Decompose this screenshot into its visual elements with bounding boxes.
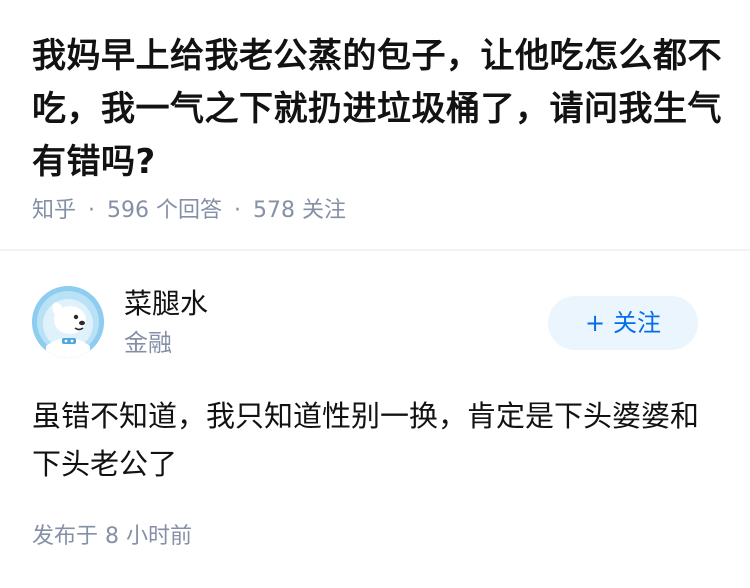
author-name[interactable]: 菜腿水 <box>124 286 208 322</box>
question-meta: 知乎 · 596 个回答 · 578 关注 <box>32 196 346 226</box>
plus-icon: + <box>584 309 606 337</box>
section-divider <box>0 249 750 251</box>
platform-label[interactable]: 知乎 <box>32 198 76 223</box>
question-header: 我妈早上给我老公蒸的包子，让他吃怎么都不吃，我一气之下就扔进垃圾桶了，请问我生气… <box>32 30 722 189</box>
answers-count[interactable]: 596 个回答 <box>107 198 222 223</box>
followers-count[interactable]: 578 关注 <box>253 198 346 223</box>
answer-content[interactable]: 虽错不知道，我只知道性别一换，肯定是下头婆婆和下头老公了 <box>32 392 722 488</box>
question-title[interactable]: 我妈早上给我老公蒸的包子，让他吃怎么都不吃，我一气之下就扔进垃圾桶了，请问我生气… <box>32 30 722 189</box>
dog-astronaut-avatar-icon <box>32 286 104 358</box>
meta-separator: · <box>88 198 96 223</box>
answer-publish-time: 发布于 8 小时前 <box>32 524 192 549</box>
author-info: 菜腿水 金融 + 关注 <box>32 286 718 358</box>
avatar[interactable] <box>32 286 104 358</box>
follow-button[interactable]: + 关注 <box>548 296 698 350</box>
author-subtitle: 金融 <box>124 329 172 357</box>
follow-button-label: 关注 <box>613 309 662 337</box>
meta-separator: · <box>234 198 242 223</box>
answer-page: 我妈早上给我老公蒸的包子，让他吃怎么都不吃，我一气之下就扔进垃圾桶了，请问我生气… <box>0 0 750 588</box>
